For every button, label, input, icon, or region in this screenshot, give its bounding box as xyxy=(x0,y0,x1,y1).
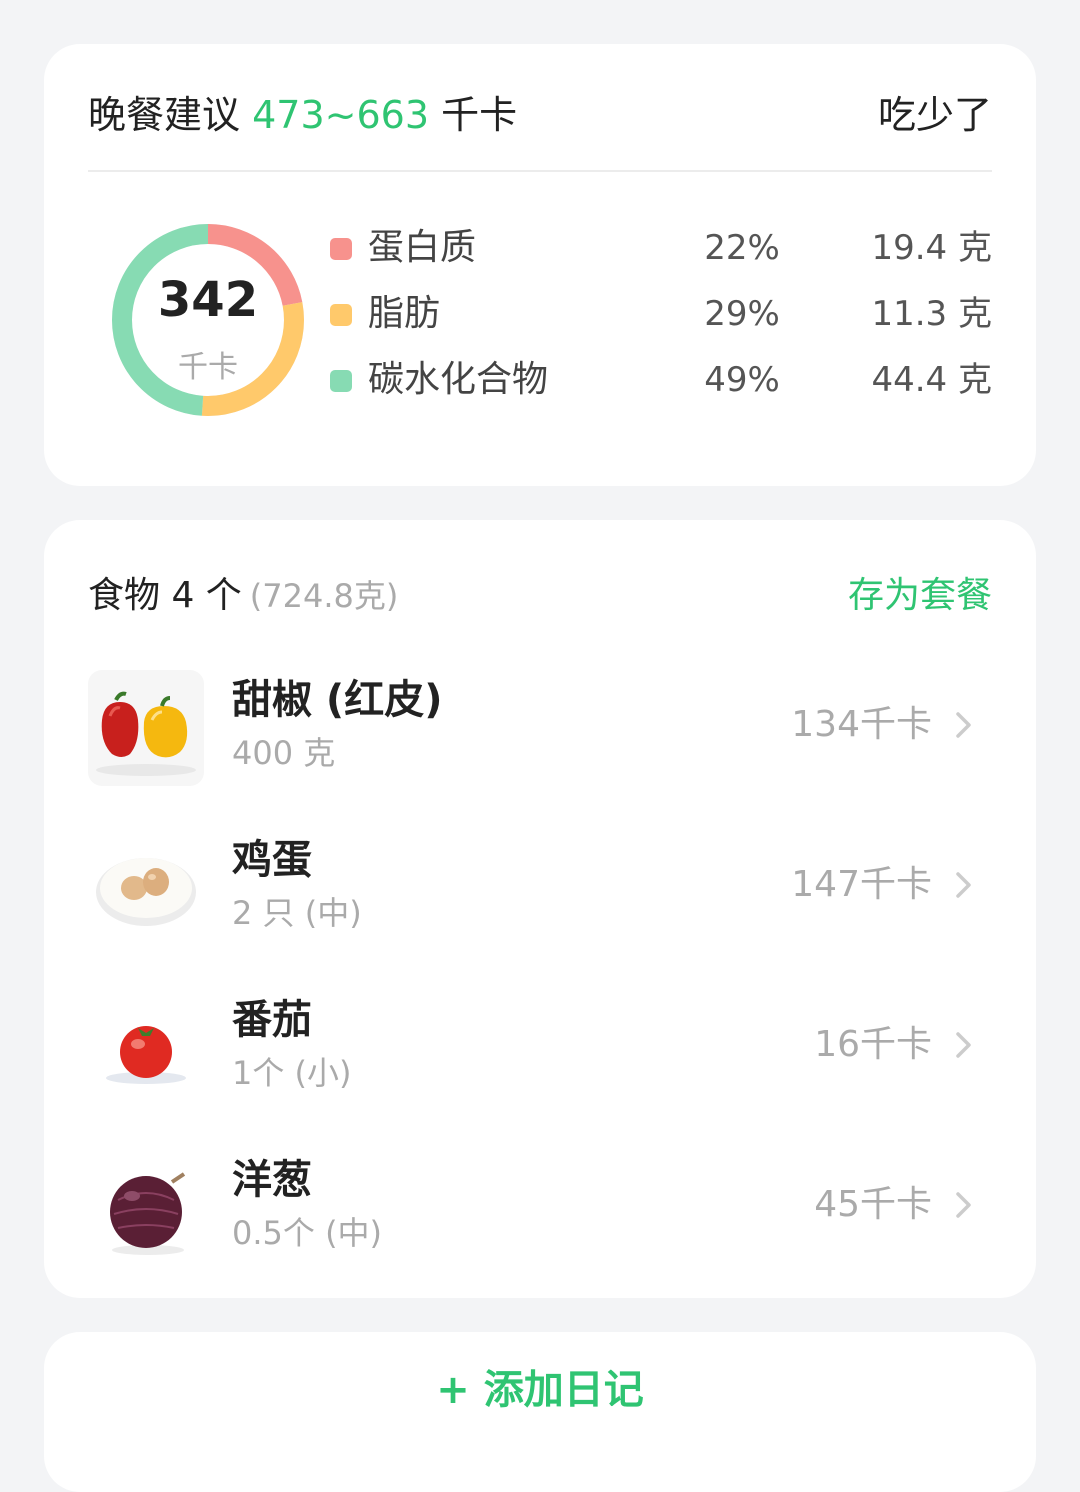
macro-row-carbs: 碳水化合物 49% 44.4 克 xyxy=(330,350,992,410)
macro-name: 碳水化合物 xyxy=(368,359,549,400)
add-diary-button[interactable]: + 添加日记 xyxy=(44,1354,1036,1426)
total-calories-unit: 千卡 xyxy=(178,350,238,385)
total-calories: 342 xyxy=(157,272,259,328)
food-amount: 0.5个 (中) xyxy=(232,1214,383,1252)
food-calories: 134千卡 xyxy=(791,704,932,745)
food-name: 洋葱 xyxy=(232,1157,312,1203)
food-item-tomato[interactable]: 番茄 1个 (小) 16千卡 xyxy=(88,986,992,1106)
food-total-weight: (724.8克) xyxy=(249,577,399,615)
egg-icon xyxy=(88,830,204,946)
food-count: 食物 4 个 xyxy=(88,575,242,616)
food-amount: 400 克 xyxy=(232,734,336,772)
food-item-egg[interactable]: 鸡蛋 2 只 (中) 147千卡 xyxy=(88,826,992,946)
food-item-onion[interactable]: 洋葱 0.5个 (中) 45千卡 xyxy=(88,1146,992,1266)
onion-icon xyxy=(88,1150,204,1266)
carbs-legend-dot xyxy=(330,370,352,392)
macro-name: 蛋白质 xyxy=(368,227,477,268)
food-list-header: 食物 4 个 (724.8克) 存为套餐 xyxy=(88,566,992,626)
tomato-icon xyxy=(88,990,204,1106)
food-list-card: 食物 4 个(724.8克) 存为套餐 甜椒 (红皮) 400 克 134千卡 xyxy=(44,520,1036,1298)
save-as-meal-button[interactable]: 存为套餐 xyxy=(848,566,992,626)
summary-header: 晚餐建议 473~663 千卡 吃少了 xyxy=(88,88,992,172)
food-name: 甜椒 (红皮) xyxy=(232,677,443,723)
chevron-right-icon xyxy=(956,712,971,738)
chevron-right-icon xyxy=(956,1192,971,1218)
chevron-right-icon xyxy=(956,1032,971,1058)
macro-grams: 44.4 克 xyxy=(871,360,992,400)
divider xyxy=(88,170,992,172)
macro-grams: 11.3 克 xyxy=(871,294,992,334)
intake-status-link[interactable]: 吃少了 xyxy=(878,88,992,142)
food-calories: 45千卡 xyxy=(814,1184,932,1225)
chevron-right-icon xyxy=(956,872,971,898)
macro-name: 脂肪 xyxy=(368,293,441,334)
calorie-range-unit: 千卡 xyxy=(441,93,518,137)
food-calories: 16千卡 xyxy=(814,1024,932,1065)
bell-pepper-icon xyxy=(88,670,204,786)
calorie-range: 473~663 xyxy=(252,93,430,137)
food-name: 番茄 xyxy=(232,997,312,1043)
meal-suggestion-title: 晚餐建议 473~663 千卡 xyxy=(88,88,517,142)
fat-legend-dot xyxy=(330,304,352,326)
macro-grams: 19.4 克 xyxy=(871,228,992,268)
nutrition-summary-card: 晚餐建议 473~663 千卡 吃少了 342 千卡 蛋白质 22% 19.4 … xyxy=(44,44,1036,486)
macro-percent: 29% xyxy=(704,294,780,334)
add-diary-card: + 添加日记 xyxy=(44,1332,1036,1492)
food-name: 鸡蛋 xyxy=(232,837,312,883)
food-count-title: 食物 4 个 (724.8克) xyxy=(88,566,398,626)
macro-row-protein: 蛋白质 22% 19.4 克 xyxy=(330,218,992,278)
macro-row-fat: 脂肪 29% 11.3 克 xyxy=(330,284,992,344)
food-item-bell-pepper[interactable]: 甜椒 (红皮) 400 克 134千卡 xyxy=(88,666,992,786)
food-amount: 1个 (小) xyxy=(232,1054,352,1092)
protein-legend-dot xyxy=(330,238,352,260)
meal-suggestion-label: 晚餐建议 xyxy=(88,93,241,137)
food-amount: 2 只 (中) xyxy=(232,894,362,932)
macro-percent: 49% xyxy=(704,360,780,400)
macro-percent: 22% xyxy=(704,228,780,268)
food-calories: 147千卡 xyxy=(791,864,932,905)
